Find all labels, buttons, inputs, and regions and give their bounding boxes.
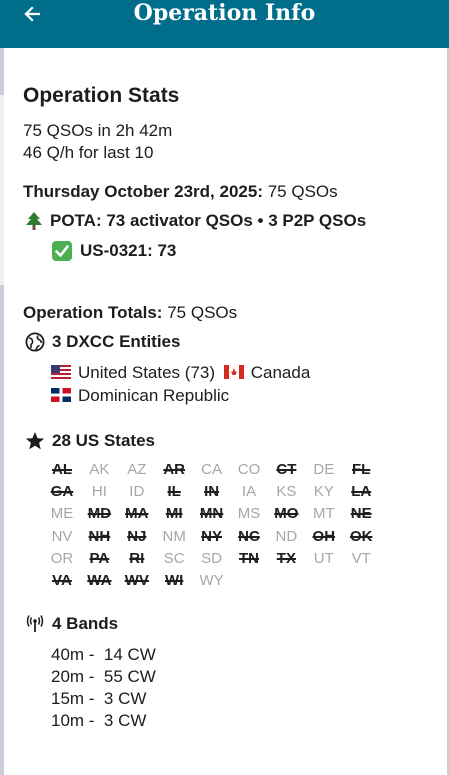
state-mn: MN [199,505,224,523]
state-nh: NH [88,527,111,545]
dxcc-title: 3 DXCC Entities [52,332,181,351]
day-line: Thursday October 23rd, 2025: 75 QSOs [23,182,338,202]
state-ms: MS [237,505,261,523]
park-reference: US-0321: 73 [80,241,177,260]
day-date: Thursday October 23rd, 2025: [23,182,263,201]
state-ok: OK [349,527,373,545]
dxcc-line-1: United States (73) Canada [51,363,310,383]
band-row: 10m - 3 CW [51,711,147,730]
state-de: DE [313,461,335,478]
state-ar: AR [163,461,186,478]
state-in: IN [204,483,220,501]
state-ny: NY [201,527,223,545]
band-row: 20m - 55 CW [51,667,156,686]
state-vt: VT [351,549,371,567]
pota-line: POTA: 73 activator QSOs • 3 P2P QSOs [25,211,366,231]
state-al: AL [52,461,72,478]
canada-flag-icon [223,365,244,379]
totals-count: 75 QSOs [167,303,238,322]
park-line: US-0321: 73 [51,240,176,262]
band-row: 40m - 14 CW [51,645,156,664]
state-az: AZ [127,461,147,478]
state-oh: OH [312,527,336,545]
state-wy: WY [199,572,224,589]
dxcc-line-2: Dominican Republic [51,386,229,406]
state-or: OR [50,549,74,567]
state-nc: NC [238,527,260,545]
states-heading: 28 US States [25,431,155,451]
app-header: Operation Info [0,0,449,48]
state-tn: TN [239,549,259,567]
globe-icon [25,332,45,352]
state-la: LA [351,483,372,501]
page-title: Operation Info [133,0,316,26]
antenna-icon [25,614,45,634]
dxcc-entity-us: United States (73) [78,363,216,382]
states-title: 28 US States [52,431,155,450]
state-ky: KY [313,483,334,501]
totals-label: Operation Totals: [23,303,163,322]
state-ia: IA [241,483,257,501]
band-row: 15m - 3 CW [51,689,147,708]
state-id: ID [129,483,145,501]
state-fl: FL [352,461,371,478]
state-mt: MT [312,505,335,523]
state-wv: WV [124,572,149,589]
state-sc: SC [163,549,185,567]
state-co: CO [237,461,261,478]
state-ca: CA [201,461,223,478]
dxcc-entity-canada: Canada [250,363,311,382]
operation-info-sheet: Operation Stats 75 QSOs in 2h 42m 46 Q/h… [4,48,447,775]
pota-summary: POTA: 73 activator QSOs • 3 P2P QSOs [50,211,367,230]
state-ut: UT [313,549,334,567]
dxcc-heading: 3 DXCC Entities [25,332,180,352]
state-va: VA [52,572,72,589]
star-icon [25,431,45,451]
check-icon [51,240,73,262]
state-ak: AK [89,461,110,478]
dxcc-entity-dominican: Dominican Republic [78,386,230,405]
bands-title: 4 Bands [52,614,119,633]
state-nd: ND [275,527,298,545]
state-tx: TX [276,549,296,567]
state-wa: WA [87,572,112,589]
state-il: IL [167,483,181,501]
stats-title: Operation Stats [23,84,180,107]
state-ne: NE [350,505,372,523]
state-mi: MI [165,505,183,523]
state-ga: GA [50,483,74,501]
state-ks: KS [276,483,297,501]
state-nm: NM [162,527,186,545]
state-me: ME [50,505,74,523]
qso-rate: 46 Q/h for last 10 [23,143,154,162]
dominican-flag-icon [51,388,71,402]
state-wi: WI [165,572,184,589]
bands-heading: 4 Bands [25,614,118,634]
totals-line: Operation Totals: 75 QSOs [23,303,237,323]
us-flag-icon [51,365,71,379]
state-nj: NJ [127,527,147,545]
day-qso-count: 75 QSOs [267,182,338,201]
qso-summary: 75 QSOs in 2h 42m [23,121,173,140]
state-hi: HI [91,483,107,501]
state-ct: CT [276,461,297,478]
state-md: MD [87,505,112,523]
state-pa: PA [89,549,110,567]
state-mo: MO [274,505,299,523]
tree-icon [25,211,43,231]
state-sd: SD [201,549,223,567]
state-ma: MA [125,505,149,523]
state-nv: NV [51,527,73,545]
state-ri: RI [129,549,145,567]
